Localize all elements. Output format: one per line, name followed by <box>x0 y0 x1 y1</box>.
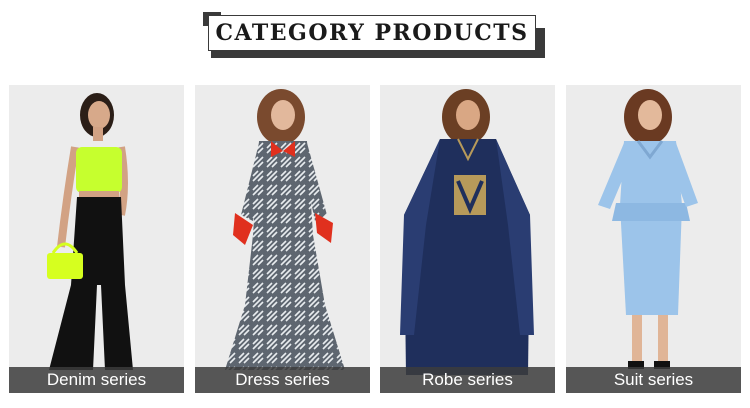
denim-model-image <box>47 93 133 370</box>
robe-model-image <box>400 89 534 375</box>
title-box: CATEGORY PRODUCTS <box>208 15 536 51</box>
category-label-bar: Denim series <box>9 367 184 393</box>
category-card-dress[interactable]: Dress series <box>195 85 370 393</box>
category-label: Suit series <box>613 370 694 389</box>
category-label: Dress series <box>235 370 330 389</box>
page-title: CATEGORY PRODUCTS <box>215 20 529 46</box>
suit-model-image <box>598 89 698 369</box>
section-title: CATEGORY PRODUCTS <box>203 12 545 58</box>
category-label-bar: Dress series <box>195 367 370 393</box>
category-card-robe[interactable]: Robe series <box>380 85 555 393</box>
dress-model-image <box>225 89 345 370</box>
category-label-bar: Robe series <box>380 367 555 393</box>
category-label: Denim series <box>46 370 147 389</box>
category-label-bar: Suit series <box>566 367 741 393</box>
category-card-suit[interactable]: Suit series <box>566 85 741 393</box>
category-card-denim[interactable]: Denim series <box>9 85 184 393</box>
category-label: Robe series <box>422 370 513 389</box>
category-grid: Denim series Dress series Robe series Su… <box>9 85 741 393</box>
